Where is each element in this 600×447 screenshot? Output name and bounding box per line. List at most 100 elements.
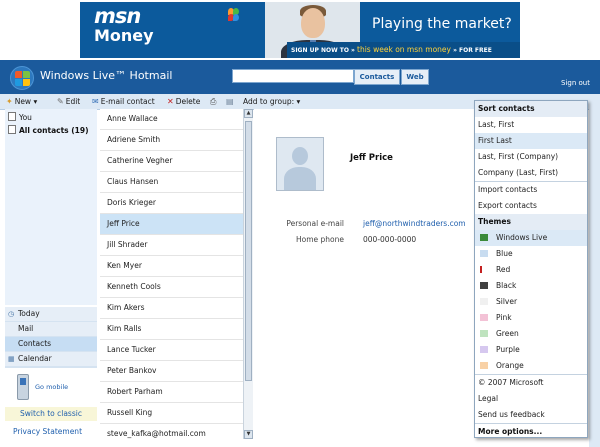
nav-item-contacts[interactable]: Contacts [5, 337, 97, 352]
msn-money-ad[interactable]: msn Money Playing the market? SIGN UP NO… [80, 2, 520, 58]
theme-pink[interactable]: Pink [475, 310, 587, 326]
more-options-link[interactable]: More options... [475, 423, 587, 440]
export-contacts[interactable]: Export contacts [475, 198, 587, 214]
sort-last-first[interactable]: Last, First [475, 117, 587, 133]
contact-list-item[interactable]: Anne Wallace [100, 109, 243, 130]
themes-heading: Themes [475, 214, 587, 230]
email-contact-icon: ✉ [92, 97, 99, 106]
print-button[interactable]: ⎙ [210, 97, 218, 107]
theme-swatch-icon [480, 346, 488, 353]
contact-list-item[interactable]: Kim Akers [100, 298, 243, 319]
contact-list-item[interactable]: Robert Parham [100, 382, 243, 403]
nav-item-today[interactable]: ◷ Today [5, 307, 97, 322]
print-icon: ⎙ [210, 97, 217, 106]
windows-live-logo-icon [10, 66, 34, 90]
new-button[interactable]: ✦ New ▾ [6, 97, 37, 106]
contact-list-item[interactable]: Kim Ralls [100, 319, 243, 340]
theme-swatch-icon [480, 298, 488, 305]
category-button[interactable]: ▤ [226, 97, 236, 106]
theme-blue[interactable]: Blue [475, 246, 587, 262]
theme-purple[interactable]: Purple [475, 342, 587, 358]
email-contact-button[interactable]: ✉ E-mail contact [92, 97, 155, 106]
scroll-down-arrow-icon[interactable]: ▼ [244, 430, 253, 439]
sign-out-link[interactable]: Sign out [561, 79, 590, 87]
edit-button[interactable]: ✎ Edit [57, 97, 80, 106]
theme-black[interactable]: Black [475, 278, 587, 294]
phone-label: Home phone [295, 235, 344, 244]
import-contacts[interactable]: Import contacts [475, 182, 587, 198]
tree-item-all-contacts[interactable]: All contacts (19) [8, 125, 89, 135]
contact-list-scrollbar[interactable]: ▲ ▼ [243, 109, 253, 439]
contact-list-item[interactable]: steve_kafka@hotmail.com [100, 424, 243, 439]
nav-item-mail[interactable]: Mail [5, 322, 97, 337]
ad-strip: msn Money Playing the market? SIGN UP NO… [0, 0, 600, 60]
calendar-icon: ▦ [8, 355, 15, 363]
left-sidebar: You All contacts (19) ◷ Today Mail Contac… [5, 109, 97, 447]
contact-list-item[interactable]: Doris Krieger [100, 193, 243, 214]
nav-item-calendar[interactable]: ▦ Calendar [5, 352, 97, 367]
contact-groups-tree: You All contacts (19) [5, 109, 97, 305]
email-label: Personal e-mail [286, 219, 344, 228]
options-menu: Sort contacts Last, First First Last Las… [474, 100, 588, 438]
tree-item-you[interactable]: You [8, 112, 32, 122]
theme-silver[interactable]: Silver [475, 294, 587, 310]
contact-list-item[interactable]: Lance Tucker [100, 340, 243, 361]
search-web-button[interactable]: Web [401, 69, 429, 85]
theme-swatch-icon [480, 314, 488, 321]
contact-card-icon [8, 112, 16, 121]
today-icon: ◷ [8, 310, 15, 318]
app-nav: ◷ Today Mail Contacts ▦ Calendar [5, 307, 97, 367]
contact-name: Jeff Price [350, 153, 393, 163]
contact-list-item[interactable]: Russell King [100, 403, 243, 424]
go-mobile-promo[interactable]: Go mobile [5, 367, 97, 406]
ad-tagline[interactable]: SIGN UP NOW TO » this week on msn money … [287, 42, 520, 58]
delete-button[interactable]: ✕ Delete [167, 97, 200, 106]
sort-company-last-first[interactable]: Company (Last, First) [475, 165, 587, 181]
app-brand: Windows Live™ Hotmail [40, 69, 173, 82]
theme-swatch-icon [480, 330, 488, 337]
msn-money-logo: msn Money [94, 4, 154, 45]
contact-list-item[interactable]: Jill Shrader [100, 235, 243, 256]
category-icon: ▤ [226, 97, 234, 106]
legal-link[interactable]: Legal [475, 391, 587, 407]
scrollbar-thumb[interactable] [245, 121, 252, 381]
contact-list-item-selected[interactable]: Jeff Price [100, 214, 243, 235]
contact-list-item[interactable]: Ken Myer [100, 256, 243, 277]
sort-contacts-heading: Sort contacts [475, 101, 587, 117]
sort-first-last[interactable]: First Last [475, 133, 587, 149]
sort-last-first-company[interactable]: Last, First (Company) [475, 149, 587, 165]
delete-x-icon: ✕ [167, 97, 174, 106]
send-feedback-link[interactable]: Send us feedback [475, 407, 587, 423]
theme-green[interactable]: Green [475, 326, 587, 342]
go-mobile-link[interactable]: Go mobile [35, 383, 68, 391]
theme-swatch-icon [480, 266, 488, 273]
theme-swatch-icon [480, 282, 488, 289]
contact-list-icon [8, 125, 16, 134]
theme-swatch-icon [480, 234, 488, 241]
add-to-group-dropdown[interactable]: Add to group: ▾ [243, 97, 300, 106]
theme-orange[interactable]: Orange [475, 358, 587, 374]
contact-photo-placeholder[interactable] [276, 137, 324, 191]
email-value-link[interactable]: jeff@northwindtraders.com [363, 219, 466, 228]
contact-list-item[interactable]: Kenneth Cools [100, 277, 243, 298]
search-contacts-button[interactable]: Contacts [354, 69, 400, 85]
search-input[interactable] [232, 69, 354, 83]
contact-list-item[interactable]: Catherine Vegher [100, 151, 243, 172]
contact-details-pane: Jeff Price Personal e-mail jeff@northwin… [254, 109, 474, 439]
pencil-icon: ✎ [57, 97, 64, 106]
phone-value: 000-000-0000 [363, 235, 417, 244]
window-edge [589, 94, 600, 447]
contact-list-item[interactable]: Claus Hansen [100, 172, 243, 193]
scroll-up-arrow-icon[interactable]: ▲ [244, 109, 253, 118]
theme-windows-live[interactable]: Windows Live [475, 230, 587, 246]
mobile-phone-icon [17, 374, 29, 400]
contact-list-item[interactable]: Peter Bankov [100, 361, 243, 382]
switch-to-classic-link[interactable]: Switch to classic [5, 407, 97, 421]
privacy-statement-link[interactable]: Privacy Statement [13, 427, 82, 436]
contact-list-item[interactable]: Adriene Smith [100, 130, 243, 151]
theme-red[interactable]: Red [475, 262, 587, 278]
copyright-text: © 2007 Microsoft [478, 378, 544, 387]
theme-swatch-icon [480, 362, 488, 369]
new-contact-icon: ✦ [6, 97, 13, 106]
app-header: Windows Live™ Hotmail Contacts Web Sign … [0, 60, 600, 94]
